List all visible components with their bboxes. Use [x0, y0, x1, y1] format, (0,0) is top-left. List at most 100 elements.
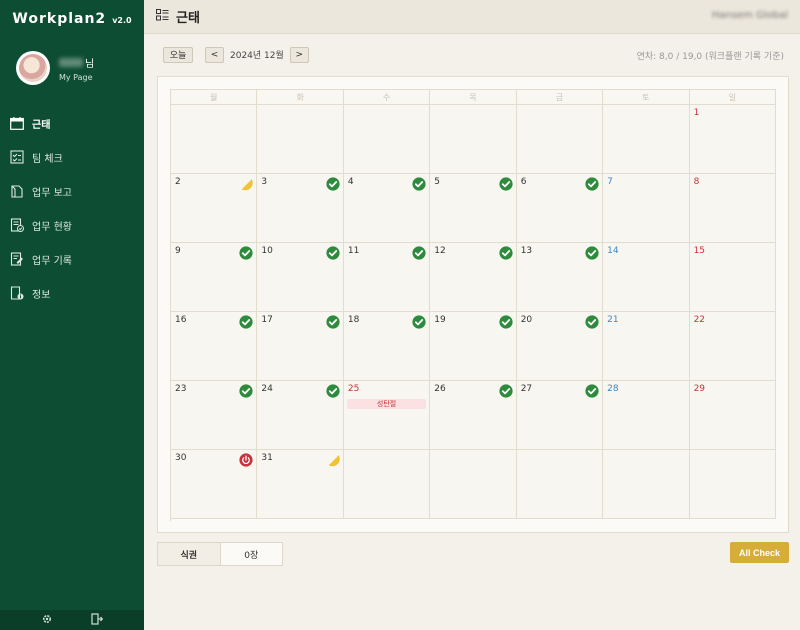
- prev-month-button[interactable]: <: [205, 46, 224, 63]
- nav-item-info[interactable]: 정보: [0, 276, 144, 310]
- day-number: 16: [175, 315, 187, 325]
- my-page-link[interactable]: My Page: [59, 73, 94, 82]
- calendar-day[interactable]: 31: [257, 450, 344, 519]
- calendar-day[interactable]: 16: [171, 312, 258, 381]
- calendar-day[interactable]: 5: [430, 174, 517, 243]
- weekday-label: 일: [689, 90, 776, 105]
- calendar-day[interactable]: 20: [516, 312, 604, 381]
- next-month-button[interactable]: >: [289, 46, 309, 63]
- nav-label-team-check: 팀 체크: [32, 153, 63, 165]
- day-number: 4: [347, 177, 354, 187]
- half-day-icon[interactable]: [239, 177, 254, 191]
- check-circle-icon[interactable]: [412, 246, 426, 260]
- calendar-day[interactable]: 8: [689, 174, 776, 243]
- check-circle-icon[interactable]: [326, 177, 340, 191]
- calendar-day[interactable]: 17: [257, 312, 344, 381]
- check-circle-icon[interactable]: [412, 315, 426, 329]
- sidebar-footer: [0, 610, 144, 630]
- day-number: 15: [693, 246, 706, 256]
- check-circle-icon[interactable]: [499, 246, 513, 260]
- avatar[interactable]: [16, 51, 50, 85]
- check-circle-icon[interactable]: [585, 246, 599, 260]
- check-circle-icon[interactable]: [499, 384, 513, 398]
- nav-item-team-check[interactable]: 팀 체크: [0, 140, 144, 174]
- calendar-day[interactable]: 12: [430, 243, 517, 312]
- calendar-day[interactable]: 28: [603, 381, 690, 450]
- team-check-icon: [10, 150, 24, 164]
- all-check-button[interactable]: All Check: [730, 542, 789, 563]
- nav-label-info: 정보: [32, 289, 51, 301]
- check-circle-icon[interactable]: [412, 177, 426, 191]
- check-circle-icon[interactable]: [499, 177, 513, 191]
- calendar-day[interactable]: 18: [343, 312, 431, 381]
- topbar: 근태 Hansem Global: [144, 0, 800, 34]
- weekday-label: 토: [603, 90, 690, 105]
- calendar-day[interactable]: 9: [171, 243, 258, 312]
- day-number: 20: [520, 315, 533, 325]
- profile-name: 님: [59, 55, 94, 70]
- settings-gear-icon[interactable]: [41, 613, 53, 628]
- calendar-day[interactable]: [430, 105, 517, 174]
- calendar-day[interactable]: 15: [689, 243, 776, 312]
- calendar-day[interactable]: [343, 450, 431, 519]
- nav-label-work-status: 업무 현황: [32, 221, 72, 233]
- calendar-day[interactable]: 4: [343, 174, 431, 243]
- check-circle-icon[interactable]: [499, 315, 513, 329]
- calendar-day[interactable]: 6: [516, 174, 604, 243]
- nav-item-attendance[interactable]: 근태: [0, 106, 144, 140]
- calendar-day[interactable]: 2: [171, 174, 258, 243]
- calendar-day[interactable]: [257, 105, 344, 174]
- nav-item-work-status[interactable]: 업무 현황: [0, 208, 144, 242]
- calendar-day[interactable]: 19: [430, 312, 517, 381]
- calendar-day[interactable]: [689, 450, 776, 519]
- calendar-day[interactable]: [516, 105, 604, 174]
- calendar-day[interactable]: 13: [516, 243, 604, 312]
- check-circle-icon[interactable]: [585, 177, 599, 191]
- day-number: 27: [520, 384, 533, 394]
- check-circle-icon[interactable]: [326, 246, 340, 260]
- check-circle-icon[interactable]: [326, 315, 340, 329]
- profile[interactable]: 님 My Page: [0, 36, 144, 92]
- calendar: 월화수목금토일 1 2 3 4 5 6 7 8 9 10 11 12 13 14 15 16 17 18 19 20 2…: [170, 89, 776, 521]
- check-circle-icon[interactable]: [585, 384, 599, 398]
- calendar-day[interactable]: 11: [343, 243, 431, 312]
- calendar-day[interactable]: [516, 450, 604, 519]
- calendar-day[interactable]: 21: [603, 312, 690, 381]
- check-circle-icon[interactable]: [239, 384, 254, 398]
- check-circle-icon[interactable]: [585, 315, 599, 329]
- calendar-day[interactable]: 14: [603, 243, 690, 312]
- check-circle-icon[interactable]: [239, 315, 254, 329]
- calendar-day[interactable]: 7: [603, 174, 690, 243]
- nav-item-work-report[interactable]: 업무 보고: [0, 174, 144, 208]
- calendar-day[interactable]: 27: [516, 381, 604, 450]
- calendar-day[interactable]: [603, 105, 690, 174]
- calendar-day[interactable]: 25 성탄절: [343, 381, 431, 450]
- calendar-day[interactable]: 22: [689, 312, 776, 381]
- calendar-day[interactable]: 1: [689, 105, 776, 174]
- logout-icon[interactable]: [91, 612, 104, 628]
- calendar-day[interactable]: 26: [430, 381, 517, 450]
- calendar-day[interactable]: 30: [171, 450, 258, 519]
- calendar-day[interactable]: [430, 450, 517, 519]
- calendar-day[interactable]: 3: [257, 174, 344, 243]
- half-day-icon[interactable]: [326, 453, 340, 467]
- check-circle-icon[interactable]: [326, 384, 340, 398]
- day-number: 2: [175, 177, 181, 187]
- calendar-day[interactable]: 24: [257, 381, 344, 450]
- calendar-day[interactable]: 10: [257, 243, 344, 312]
- app-version: v2.0: [112, 16, 132, 25]
- calendar-day[interactable]: [171, 105, 258, 174]
- today-button[interactable]: 오늘: [163, 46, 193, 63]
- calendar-day[interactable]: [343, 105, 431, 174]
- calendar-day[interactable]: 23: [171, 381, 258, 450]
- check-circle-icon[interactable]: [239, 246, 254, 260]
- day-number: 7: [607, 177, 613, 187]
- day-number: 29: [693, 384, 706, 394]
- day-number: 26: [434, 384, 446, 394]
- page-title: 근태: [176, 11, 200, 26]
- power-icon[interactable]: [239, 453, 254, 467]
- calendar-day[interactable]: 29: [689, 381, 776, 450]
- calendar-day[interactable]: [603, 450, 690, 519]
- meal-ticket: 식권 0장: [157, 542, 283, 566]
- nav-item-work-record[interactable]: 업무 기록: [0, 242, 144, 276]
